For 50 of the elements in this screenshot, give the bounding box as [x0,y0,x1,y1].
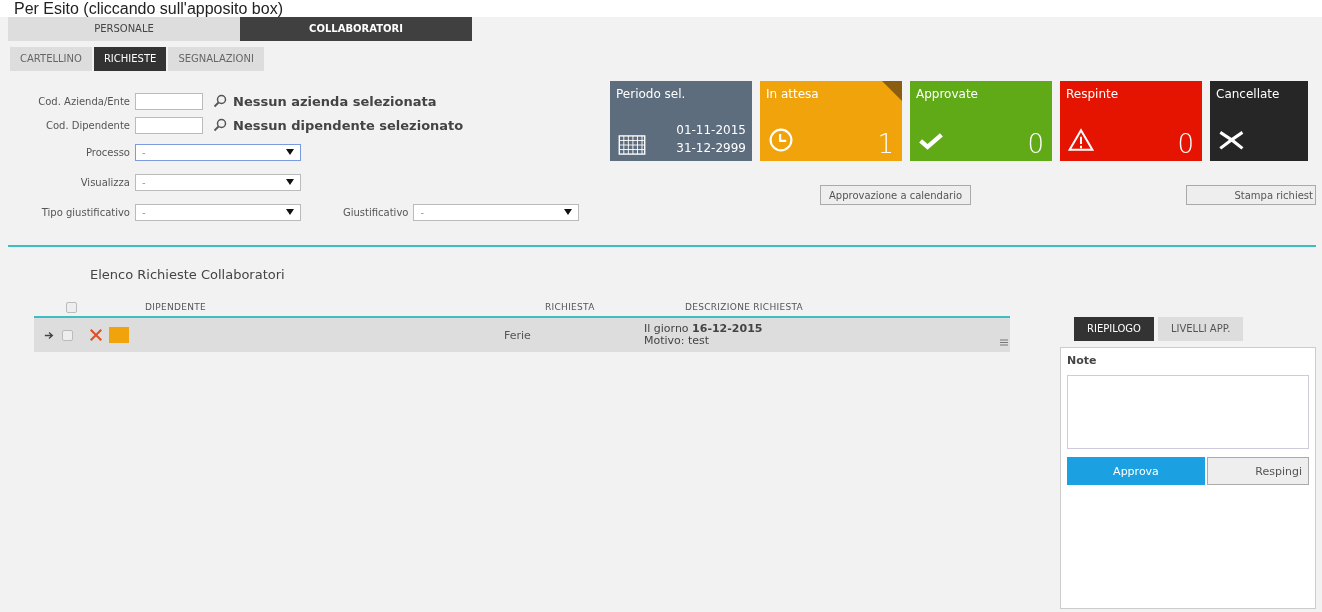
input-field[interactable] [135,116,203,134]
column-header: DESCRIZIONE RICHIESTA [685,302,804,312]
caption: Per Esito (cliccando sull'apposito box) [0,0,1322,17]
list-title: Elenco Richieste Collaboratori [90,267,286,282]
search-icon[interactable] [213,118,227,132]
main-tab[interactable]: PERSONALE [8,17,240,41]
field-label: Tipo giustificativo [40,206,131,218]
column-header: DIPENDENTE [145,302,207,312]
status-tile[interactable]: Periodo sel. 01-11-2015 31-12-2999 [610,81,752,161]
main-tab[interactable]: COLLABORATORI [240,17,472,41]
warning-icon [1068,127,1094,153]
request-row[interactable]: Ferie Il giorno 16-12-2015 Motivo: test [34,318,1010,352]
clock-icon [768,127,794,153]
input-field[interactable] [135,92,203,110]
sub-tab[interactable]: CARTELLINO [10,47,92,71]
status-tile[interactable]: Respinte 0 [1060,81,1202,161]
detail-tab[interactable]: RIEPILOGO [1074,317,1154,341]
checkbox[interactable] [66,301,77,313]
detail-tab[interactable]: LIVELLI APP. [1157,317,1244,341]
column-header: RICHIESTA [545,302,596,312]
lookup-result: Nessun dipendente selezionato [233,117,464,133]
notes-label: Note [1067,354,1098,367]
field-label: Processo [84,146,131,158]
search-icon[interactable] [213,94,227,108]
delete-icon[interactable] [89,328,103,342]
table-cell-text: Il giorno 16-12-2015 [644,323,764,335]
checkbox[interactable] [62,329,73,341]
calendar-icon [618,135,646,155]
field-label: Cod. Azienda/Ente [37,95,131,107]
dropdown[interactable]: - [413,203,580,221]
sub-tab[interactable]: RICHIESTE [93,47,167,71]
table-cell-text: Motivo: test [644,335,711,347]
status-tile[interactable]: Approvate 0 [910,81,1052,161]
status-tile[interactable]: Cancellate [1210,81,1308,161]
lookup-result: Nessun azienda selezionata [233,93,437,109]
dropdown[interactable]: - [135,203,301,221]
sub-tab[interactable]: SEGNALAZIONI [168,47,264,71]
field-label: Visualizza [79,176,131,188]
field-label: Giustificativo [343,206,410,218]
approve-button[interactable]: Approva [1067,457,1205,485]
dropdown[interactable]: - [135,143,301,161]
notes-field[interactable] [1067,375,1309,449]
reject-button[interactable]: Respingi [1207,457,1309,485]
calendar-approval-button[interactable]: Approvazione a calendario [820,185,972,205]
field-label: Cod. Dipendente [44,119,131,131]
dropdown[interactable]: - [135,173,301,191]
print-button[interactable]: Stampa richiest [1186,185,1316,205]
table-cell-text: Ferie [504,328,532,342]
arrow-icon [44,330,54,340]
menu-icon[interactable] [1000,339,1008,346]
